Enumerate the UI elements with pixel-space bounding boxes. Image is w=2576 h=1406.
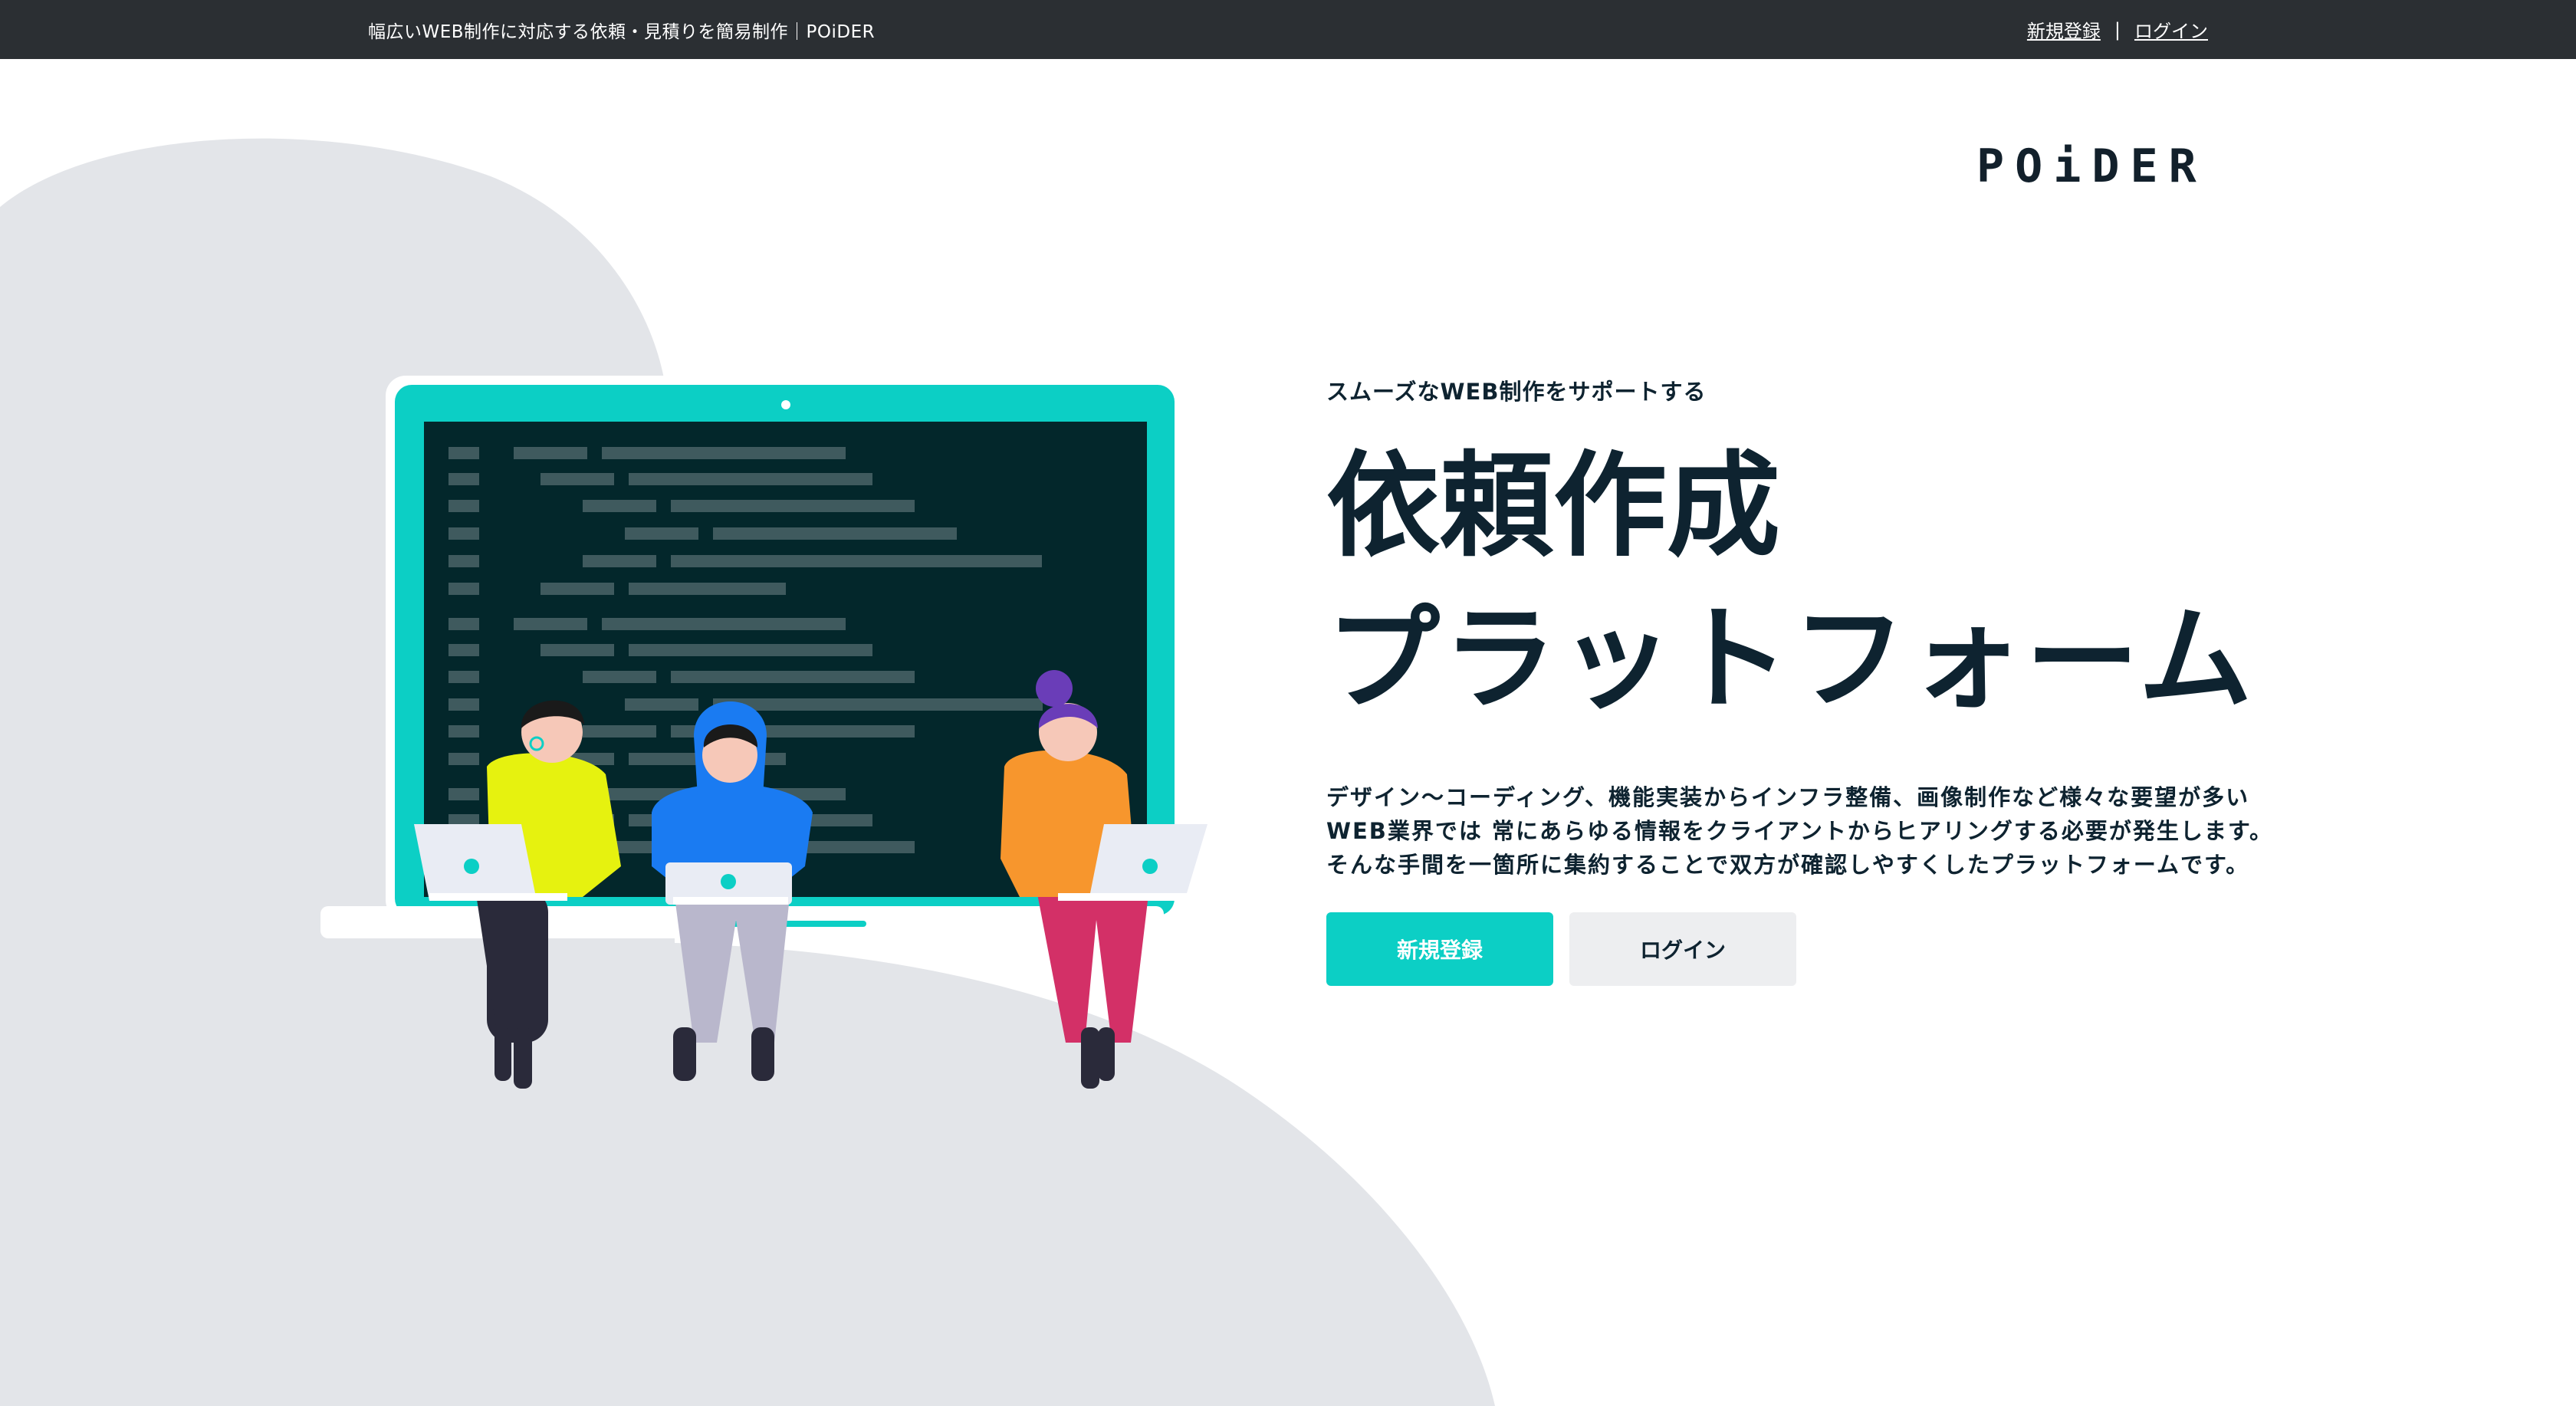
hero-description: デザイン〜コーディング、機能実装からインフラ整備、画像制作など様々な要望が多い … [1326, 780, 2273, 882]
hero-description-line3: そんな手間を一箇所に集約することで双方が確認しやすくしたプラットフォームです。 [1326, 852, 2250, 878]
hero-title-line2: プラットフォーム [1326, 593, 2256, 725]
top-bar-auth-links: 新規登録 | ログイン [2027, 16, 2208, 43]
top-signup-link[interactable]: 新規登録 [2027, 16, 2101, 43]
signup-button[interactable]: 新規登録 [1326, 912, 1553, 986]
hero-illustration [320, 376, 1208, 1089]
top-bar: 幅広いWEB制作に対応する依頼・見積りを簡易制作｜POiDER 新規登録 | ロ… [0, 0, 2576, 59]
hero-section: スムーズなWEB制作をサポートする 依頼作成 プラットフォーム デザイン〜コーデ… [1326, 374, 2273, 986]
hero-description-line2: WEB業界では 常にあらゆる情報をクライアントからヒアリングする必要が発生します… [1326, 818, 2273, 844]
logo-text-b: DER [2091, 140, 2207, 193]
top-bar-tagline: 幅広いWEB制作に対応する依頼・見積りを簡易制作｜POiDER [368, 22, 876, 42]
hero-buttons: 新規登録 ログイン [1326, 912, 2273, 986]
hero-description-line1: デザイン〜コーディング、機能実装からインフラ整備、画像制作など様々な要望が多い [1326, 784, 2250, 810]
login-button[interactable]: ログイン [1569, 912, 1796, 986]
hero-kicker: スムーズなWEB制作をサポートする [1326, 379, 1707, 405]
site-logo[interactable]: POiDER [1976, 140, 2207, 193]
top-login-link[interactable]: ログイン [2134, 16, 2208, 43]
hero-title-line1: 依頼作成 [1326, 440, 1780, 572]
top-bar-separator: | [2114, 18, 2121, 41]
logo-text-a: POi [1976, 140, 2092, 193]
